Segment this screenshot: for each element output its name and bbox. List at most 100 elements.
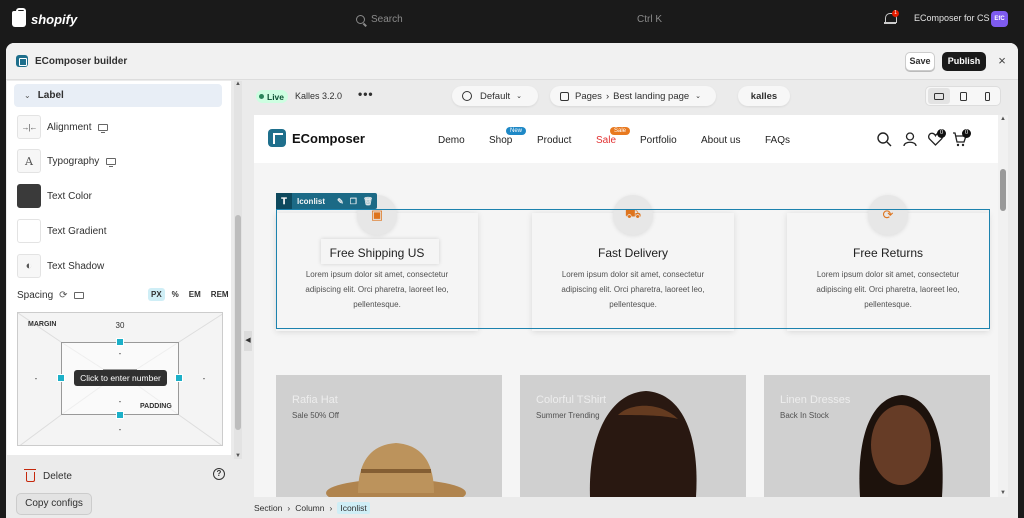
link-values-icon[interactable]: ⟳	[59, 290, 67, 301]
edit-icon[interactable]: ✎	[337, 197, 344, 206]
text-shadow-option[interactable]: ◐ Text Shadow	[17, 253, 104, 279]
more-options-icon[interactable]: •••	[358, 87, 374, 101]
chevron-down-icon: ⌄	[516, 93, 522, 100]
unit-percent[interactable]: %	[169, 288, 182, 301]
wishlist-count: 0	[937, 129, 946, 138]
tablet-view-button[interactable]	[952, 88, 974, 104]
cart-count: 0	[962, 129, 971, 138]
duplicate-icon[interactable]: ❐	[350, 197, 357, 206]
breadcrumb-section[interactable]: Section	[254, 503, 282, 513]
padding-top-value[interactable]: -	[110, 349, 130, 358]
account-icon[interactable]	[903, 132, 917, 150]
canvas-scrollbar[interactable]: ▲ ▼	[998, 115, 1008, 497]
panel-scrollbar[interactable]: ▲ ▼	[234, 81, 242, 459]
margin-right-value[interactable]: -	[194, 374, 214, 383]
trash-icon[interactable]: 🗑	[363, 197, 373, 206]
canvas-scroll-thumb[interactable]	[1000, 169, 1006, 211]
banner-title: Colorful TShirt	[536, 394, 607, 406]
margin-top-value[interactable]: 30	[110, 321, 130, 330]
banner-subtitle: Back In Stock	[780, 411, 829, 420]
text-color-option[interactable]: Text Color	[17, 183, 92, 209]
nav-portfolio[interactable]: Portfolio	[640, 135, 677, 146]
nav-shop[interactable]: Shop	[489, 135, 512, 146]
scroll-down-icon[interactable]: ▼	[235, 453, 241, 459]
breadcrumb-column[interactable]: Column	[295, 503, 324, 513]
alignment-option[interactable]: →|← Alignment	[17, 114, 109, 140]
desktop-view-button[interactable]	[928, 88, 950, 104]
pages-label: Pages	[575, 90, 602, 102]
chevron-down-icon: ⌄	[24, 91, 31, 100]
template-selector[interactable]: Default ⌄	[452, 86, 538, 106]
site-brand-name: EComposer	[292, 130, 365, 146]
close-icon[interactable]: ×	[995, 53, 1009, 69]
theme-brand-pill[interactable]: kalles	[738, 86, 790, 106]
margin-right-handle[interactable]	[175, 374, 183, 382]
label-section-header[interactable]: ⌄ Label	[14, 84, 222, 107]
selected-element-outline	[276, 209, 990, 329]
search-shortcut: Ctrl K	[637, 13, 662, 25]
mobile-view-button[interactable]	[976, 88, 998, 104]
store-avatar[interactable]: EfC	[991, 11, 1008, 27]
desktop-icon[interactable]	[73, 291, 84, 299]
text-color-label: Text Color	[47, 190, 93, 202]
margin-bottom-value[interactable]: -	[110, 425, 130, 434]
margin-left-value[interactable]: -	[26, 374, 46, 383]
color-swatch-icon[interactable]	[17, 184, 41, 208]
unit-switcher: PX % EM REM	[148, 288, 232, 301]
unit-em[interactable]: EM	[186, 288, 204, 301]
typography-option[interactable]: A Typography	[17, 148, 117, 174]
unit-rem[interactable]: REM	[208, 288, 232, 301]
shopify-logo[interactable]: shopify	[12, 8, 77, 27]
padding-label: PADDING	[140, 403, 172, 410]
nav-sale[interactable]: Sale	[596, 135, 616, 146]
gradient-swatch-icon[interactable]	[17, 219, 41, 243]
scroll-down-icon[interactable]: ▼	[998, 490, 1008, 496]
nav-about-us[interactable]: About us	[701, 135, 740, 146]
margin-left-handle[interactable]	[57, 374, 65, 382]
delete-label: Delete	[43, 471, 72, 482]
desktop-icon[interactable]	[98, 123, 109, 133]
banner-colorful-tshirt[interactable]: Colorful TShirt Summer Trending	[520, 375, 746, 497]
scroll-up-icon[interactable]: ▲	[998, 116, 1008, 122]
live-label: Live	[267, 91, 285, 102]
delete-button[interactable]: Delete	[24, 468, 72, 482]
margin-top-handle[interactable]	[116, 338, 124, 346]
desktop-icon[interactable]	[106, 157, 117, 167]
element-type-icon: 𝐓	[276, 193, 292, 209]
alignment-label: Alignment	[47, 121, 92, 133]
nav-faqs[interactable]: FAQs	[765, 135, 790, 146]
unit-px[interactable]: PX	[148, 288, 165, 301]
breadcrumb-separator-icon: ›	[605, 90, 610, 102]
breadcrumb-separator-icon: ›	[287, 503, 291, 513]
site-search-icon[interactable]	[877, 132, 892, 150]
publish-button[interactable]: Publish	[942, 52, 986, 71]
text-gradient-option[interactable]: Text Gradient	[17, 218, 106, 244]
nav-demo[interactable]: Demo	[438, 135, 465, 146]
collapse-panel-icon[interactable]: ◀	[244, 331, 252, 351]
feature-title[interactable]: Free Shipping US	[276, 246, 478, 260]
live-badge: Live	[256, 90, 289, 103]
theme-version: Kalles 3.2.0	[295, 91, 343, 101]
search-input[interactable]: Search Ctrl K	[346, 9, 678, 29]
banner-linen-dresses[interactable]: Linen Dresses Back In Stock	[764, 375, 990, 497]
banner-rafia-hat[interactable]: Rafia Hat Sale 50% Off	[276, 375, 502, 497]
canvas-toolbar: Live Kalles 3.2.0 ••• Default ⌄ Pages › …	[244, 81, 1018, 111]
save-button[interactable]: Save	[905, 52, 935, 71]
help-icon[interactable]: ?	[213, 468, 225, 480]
nav-product[interactable]: Product	[537, 135, 571, 146]
tooltip: Click to enter number	[74, 370, 167, 386]
site-brand[interactable]: EComposer	[268, 129, 365, 147]
copy-configs-button[interactable]: Copy configs	[16, 493, 92, 515]
padding-bottom-value[interactable]: -	[110, 397, 130, 406]
panel-scroll-thumb[interactable]	[235, 215, 241, 430]
margin-bottom-handle[interactable]	[116, 411, 124, 419]
nav-badge-new: New	[506, 127, 527, 135]
element-toolbar[interactable]: 𝐓 Iconlist ✎ ❐ 🗑	[276, 193, 378, 209]
page-selector[interactable]: Pages › Best landing page ⌄	[550, 86, 716, 106]
typography-icon: A	[17, 149, 41, 173]
template-label: Default	[480, 90, 511, 102]
scroll-up-icon[interactable]: ▲	[235, 81, 241, 87]
store-name[interactable]: EComposer for CS	[914, 13, 990, 23]
breadcrumb-iconlist[interactable]: Iconlist	[337, 502, 370, 514]
text-shadow-label: Text Shadow	[47, 260, 105, 272]
